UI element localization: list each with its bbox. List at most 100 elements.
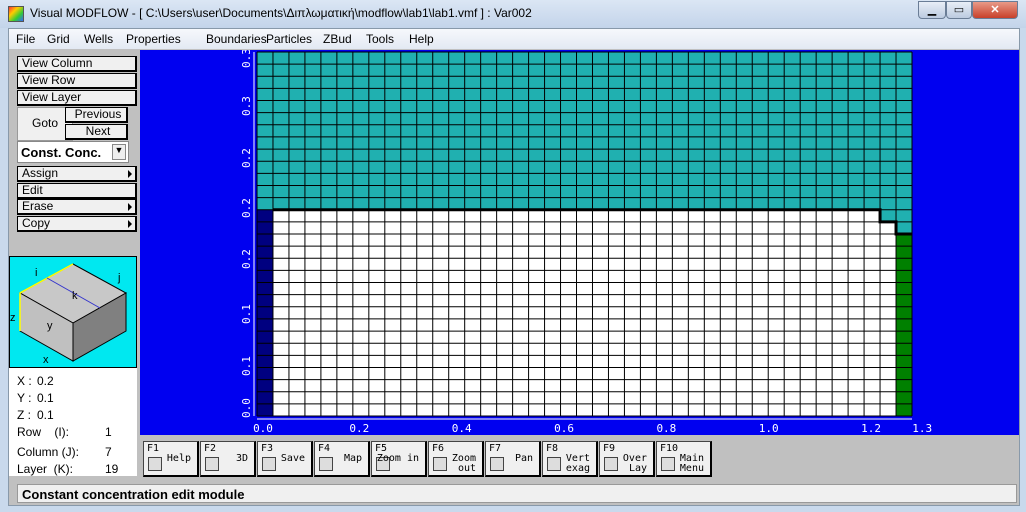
const-conc-cells <box>608 52 625 210</box>
menu-particles[interactable]: Particles <box>266 32 312 46</box>
copy-button[interactable]: Copy <box>17 216 137 232</box>
menu-grid[interactable]: Grid <box>47 32 70 46</box>
fkey-number: F3 <box>261 443 274 454</box>
app-client: File Grid Wells Properties Boundaries Particl… <box>8 28 1020 506</box>
x-tick-label: 0.0 <box>253 422 273 435</box>
cube-j-label: j <box>117 272 120 284</box>
z-value: 0.1 <box>37 408 54 422</box>
fkey-f10-button[interactable]: F10 Main Menu <box>656 441 712 477</box>
view-layer-button[interactable]: View Layer <box>17 90 137 106</box>
column-value: 7 <box>105 445 112 459</box>
menu-tools[interactable]: Tools <box>366 32 394 46</box>
cube-x-label: x <box>43 354 49 366</box>
x-tick-label: 0.8 <box>656 422 676 435</box>
fkey-f5-button[interactable]: F5 Zoom in <box>371 441 427 477</box>
const-conc-cells <box>400 52 417 210</box>
const-conc-cells <box>480 52 497 210</box>
y-tick-label: 0.2 <box>240 198 253 218</box>
submenu-arrow-icon <box>128 220 132 228</box>
close-button[interactable]: ✕ <box>972 1 1018 19</box>
fkey-number: F2 <box>204 443 217 454</box>
edit-button[interactable]: Edit <box>17 183 137 199</box>
z-label: Z : <box>17 408 31 422</box>
view-row-button[interactable]: View Row <box>17 73 137 89</box>
const-conc-cells <box>432 52 449 210</box>
const-conc-cells <box>560 52 577 210</box>
const-conc-cells <box>544 52 561 210</box>
const-conc-cells <box>576 52 593 210</box>
minimize-button[interactable]: ▁ <box>918 1 946 19</box>
fkey-f9-button[interactable]: F9 Over Lay <box>599 441 655 477</box>
column-label: Column (J): <box>17 445 80 459</box>
const-conc-cells <box>304 52 321 210</box>
menu-file[interactable]: File <box>16 32 35 46</box>
x-tick-label: 1.3 <box>912 422 932 435</box>
const-conc-cells <box>816 52 833 210</box>
cube-z-label: z <box>10 312 16 324</box>
next-button[interactable]: Next <box>65 124 128 140</box>
model-grid[interactable]: 0.0 0.2 0.4 0.6 0.8 1.0 1.2 1.3 0.3 0.3 0.2 0.2 0.2 0… <box>140 48 1019 435</box>
copy-label: Copy <box>22 216 51 230</box>
assign-label: Assign <box>22 166 59 180</box>
fkey-number: F7 <box>489 443 502 454</box>
x-value: 0.2 <box>37 374 54 388</box>
fkey-label: 3D <box>235 453 248 464</box>
const-conc-cells <box>496 52 513 210</box>
cube-i-label: i <box>35 267 37 279</box>
fkey-f3-button[interactable]: F3 Save <box>257 441 313 477</box>
menu-help[interactable]: Help <box>409 32 434 46</box>
fkey-number: F10 <box>660 443 679 454</box>
orientation-cube: i j k x y z <box>9 256 137 368</box>
const-conc-cells <box>416 52 433 210</box>
menu-wells[interactable]: Wells <box>84 32 113 46</box>
cube-y-label: y <box>47 320 53 332</box>
x-tick-label: 1.2 <box>861 422 881 435</box>
const-conc-cells <box>768 52 785 210</box>
assign-button[interactable]: Assign <box>17 166 137 182</box>
const-conc-cells <box>272 52 289 210</box>
boundary-type-select[interactable]: Const. Conc. ▼ <box>17 141 129 163</box>
fkey-f1-button[interactable]: F1 Help <box>143 441 199 477</box>
const-conc-cells <box>640 52 657 210</box>
erase-button[interactable]: Erase <box>17 199 137 215</box>
status-bar: Constant concentration edit module <box>17 484 1017 503</box>
fkey-f2-button[interactable]: F2 3D <box>200 441 256 477</box>
fkey-label: Vert exag <box>565 453 590 474</box>
cube-icon: i j k x y z <box>10 263 128 366</box>
y-value: 0.1 <box>37 391 54 405</box>
const-conc-cells <box>720 52 737 210</box>
menu-zbud[interactable]: ZBud <box>323 32 352 46</box>
fkey-label: Pan <box>514 453 533 464</box>
model-view[interactable]: 0.0 0.2 0.4 0.6 0.8 1.0 1.2 1.3 0.3 0.3 0.2 0.2 0.2 0… <box>140 48 1019 435</box>
menu-properties[interactable]: Properties <box>126 32 181 46</box>
chevron-down-icon[interactable]: ▼ <box>112 144 126 160</box>
fkey-label: Zoom in <box>376 453 419 464</box>
const-conc-cells <box>352 52 369 210</box>
x-tick-label: 1.0 <box>759 422 779 435</box>
y-tick-label: 0.1 <box>240 356 253 376</box>
y-tick-label: 0.2 <box>240 249 253 269</box>
fkey-f6-button[interactable]: F6 Zoom out <box>428 441 484 477</box>
fkey-label: Map <box>343 453 362 464</box>
app-icon <box>8 6 24 22</box>
const-conc-cells <box>800 52 817 210</box>
row-value: 1 <box>105 425 112 439</box>
submenu-arrow-icon <box>128 203 132 211</box>
const-conc-cells <box>592 52 609 210</box>
view-column-button[interactable]: View Column <box>17 56 137 72</box>
y-tick-label: 0.1 <box>240 304 253 324</box>
const-conc-cells <box>288 52 305 210</box>
const-conc-cells <box>864 52 881 210</box>
maximize-button[interactable]: ▭ <box>946 1 972 19</box>
const-conc-cells <box>784 52 801 210</box>
const-conc-cells <box>672 52 689 210</box>
fkey-label: Main Menu <box>679 453 704 474</box>
fkey-f7-button[interactable]: F7 Pan <box>485 441 541 477</box>
boundary-type-value: Const. Conc. <box>21 145 102 160</box>
const-conc-cells <box>656 52 673 210</box>
menu-boundaries[interactable]: Boundaries <box>206 32 267 46</box>
fkey-f4-button[interactable]: F4 Map <box>314 441 370 477</box>
previous-button[interactable]: Previous <box>65 107 128 123</box>
fkey-f8-button[interactable]: F8 Vert exag <box>542 441 598 477</box>
erase-label: Erase <box>22 199 54 213</box>
